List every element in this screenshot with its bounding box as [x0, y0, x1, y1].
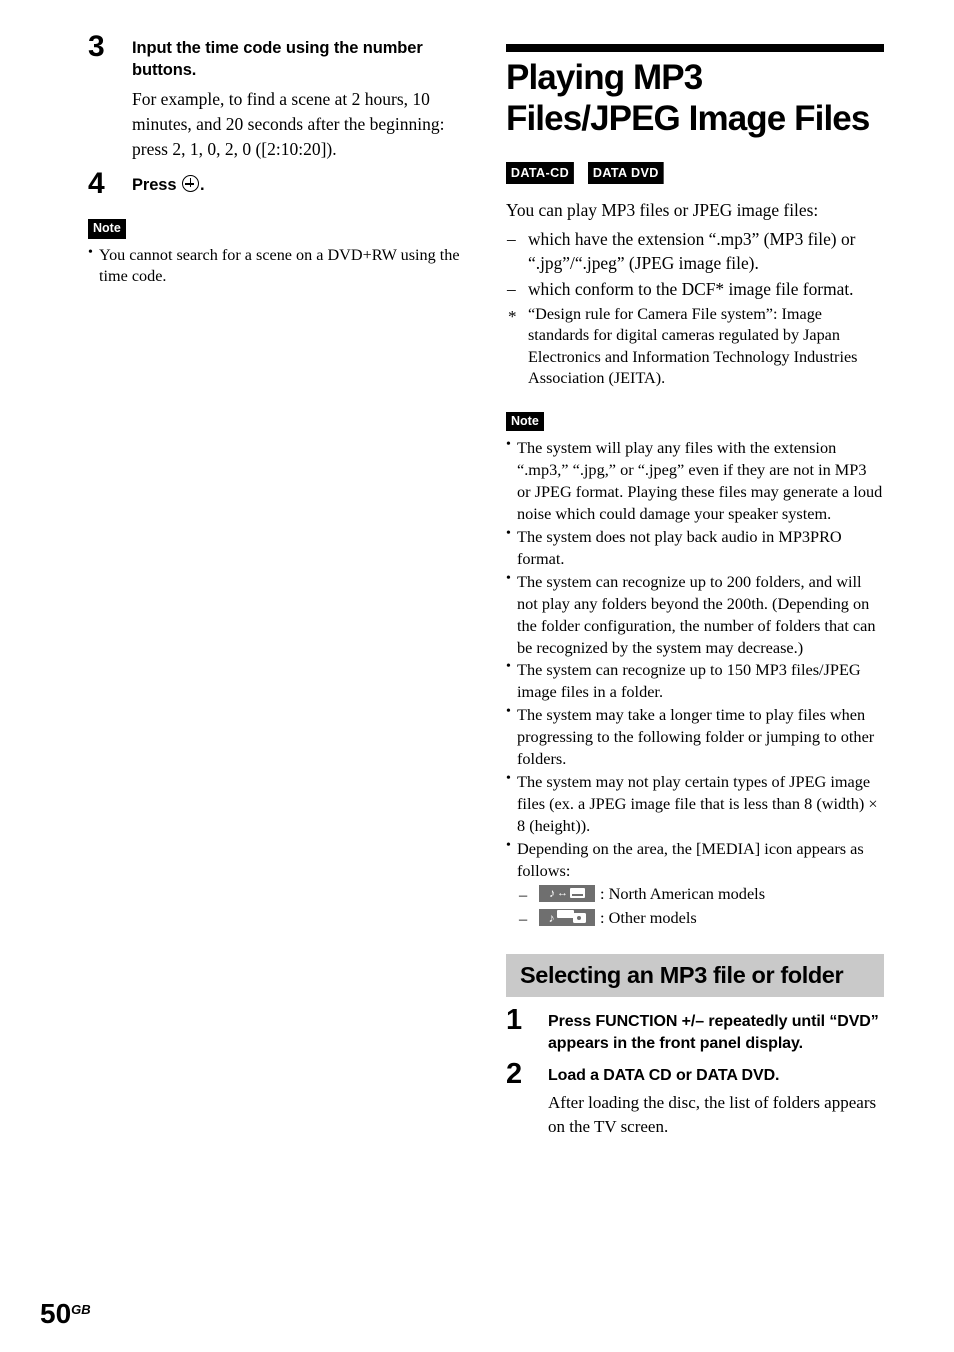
list-item: which conform to the DCF* image file for… — [506, 277, 884, 302]
list-item: You cannot search for a scene on a DVD+R… — [88, 244, 480, 288]
list-item: ♪ : Other models — [517, 908, 884, 928]
right-column: Playing MP3 Files/JPEG Image Files DATA-… — [506, 44, 884, 1141]
badge-data-dvd: DATA DVD — [588, 161, 664, 184]
step-4-number: 4 — [88, 167, 105, 201]
section-step-2-number: 2 — [506, 1058, 522, 1091]
section-step-2-title: Load a DATA CD or DATA DVD. — [548, 1067, 780, 1085]
camera-icon — [572, 912, 586, 923]
display-screen-icon — [570, 888, 585, 899]
media-note-text: Depending on the area, the [MEDIA] icon … — [517, 838, 864, 880]
flash-bar-icon — [556, 910, 574, 919]
requirements-list: which have the extension “.mp3” (MP3 fil… — [506, 227, 884, 302]
step-4: 4 Press . — [88, 169, 480, 199]
chapter-rule — [506, 44, 884, 52]
list-item: which have the extension “.mp3” (MP3 fil… — [506, 227, 884, 276]
right-note-block: Note The system will play any files with… — [506, 411, 884, 929]
badge-data-cd: DATA-CD — [506, 161, 574, 184]
section-header-bar: Selecting an MP3 file or folder — [506, 953, 884, 997]
step-4-title: Press . — [132, 175, 480, 197]
media-variant-label: : North American models — [600, 883, 766, 903]
media-variant-label: : Other models — [600, 908, 697, 928]
step-4-title-post: . — [199, 176, 205, 195]
enter-button-icon — [181, 175, 199, 193]
section-step-2: 2 Load a DATA CD or DATA DVD. After load… — [506, 1060, 884, 1139]
dcf-footnote: “Design rule for Camera File system”: Im… — [506, 304, 884, 390]
note-badge: Note — [88, 219, 126, 239]
list-item: The system can recognize up to 150 MP3 f… — [506, 658, 884, 703]
step-3: 3 Input the time code using the number b… — [88, 32, 480, 161]
list-item: The system will play any files with the … — [506, 436, 884, 525]
page-title: Playing MP3 Files/JPEG Image Files — [506, 58, 870, 138]
list-item: The system can recognize up to 200 folde… — [506, 570, 884, 659]
page-number: 50GB — [40, 1300, 91, 1328]
step-3-title: Input the time code using the number but… — [132, 39, 423, 79]
selecting-section: Selecting an MP3 file or folder 1 Press … — [506, 953, 884, 1140]
media-music-camera-icon: ♪ — [539, 909, 595, 927]
section-step-1-title: Press FUNCTION +/– repeatedly until “DVD… — [548, 1012, 879, 1052]
list-item: The system may take a longer time to pla… — [506, 703, 884, 770]
section-step-1: 1 Press FUNCTION +/– repeatedly until “D… — [506, 1005, 884, 1055]
list-item: The system may not play certain types of… — [506, 770, 884, 837]
left-column: 3 Input the time code using the number b… — [88, 32, 480, 289]
intro-paragraph: You can play MP3 files or JPEG image fil… — [506, 199, 819, 220]
double-arrow-icon: ↔ — [557, 886, 568, 899]
section-step-2-body: After loading the disc, the list of fold… — [548, 1093, 877, 1137]
page-number-suffix: GB — [71, 1302, 91, 1317]
media-music-display-icon: ♪ ↔ — [539, 884, 595, 902]
manual-page: 3 Input the time code using the number b… — [0, 0, 954, 1352]
media-icon-variants: ♪ ↔ : North American models ♪ — [517, 884, 884, 929]
music-note-icon: ♪ — [548, 910, 555, 925]
section-step-1-number: 1 — [506, 1003, 522, 1036]
list-item: Depending on the area, the [MEDIA] icon … — [506, 837, 884, 929]
step-3-number: 3 — [88, 30, 105, 63]
right-note-list: The system will play any files with the … — [506, 436, 884, 929]
disc-badge-row: DATA-CD DATA DVD — [506, 161, 884, 184]
list-item: The system does not play back audio in M… — [506, 525, 884, 570]
list-item: ♪ ↔ : North American models — [517, 884, 884, 904]
step-3-body: For example, to find a scene at 2 hours,… — [132, 88, 445, 159]
note-badge: Note — [506, 411, 544, 432]
section-title: Selecting an MP3 file or folder — [520, 961, 844, 988]
left-note-block: Note You cannot search for a scene on a … — [88, 219, 480, 288]
step-4-title-pre: Press — [132, 176, 177, 195]
page-number-value: 50 — [40, 1298, 72, 1329]
left-note-list: You cannot search for a scene on a DVD+R… — [88, 244, 480, 288]
music-note-icon: ♪ — [549, 886, 555, 901]
